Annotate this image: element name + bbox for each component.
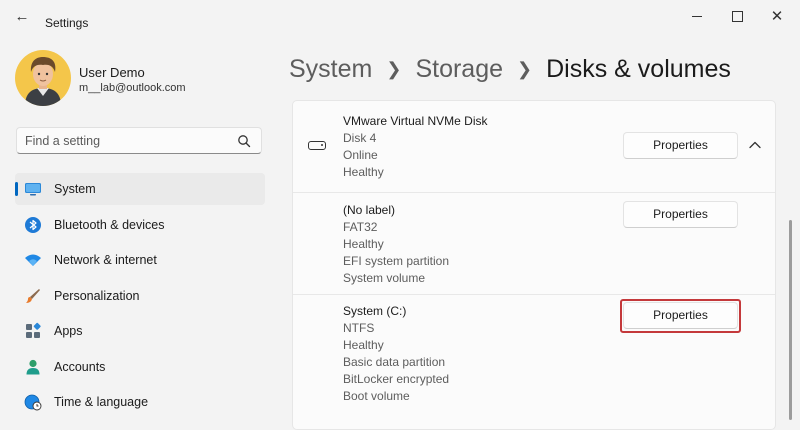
row-divider [293, 192, 775, 193]
volume-health: Healthy [343, 237, 384, 251]
volume-filesystem: FAT32 [343, 220, 378, 234]
arrow-left-icon: ← [14, 7, 30, 25]
disk-health: Healthy [343, 165, 384, 179]
sidebar-nav: System Bluetooth & devices Network & int… [15, 173, 265, 422]
sidebar-item-label: Time & language [54, 395, 149, 409]
search-box[interactable] [16, 127, 262, 154]
monitor-icon [25, 183, 41, 196]
sidebar-item-label: Bluetooth & devices [54, 217, 165, 232]
volume-role: Boot volume [343, 389, 410, 403]
search-icon[interactable] [237, 134, 251, 148]
volume-label: (No label) [343, 203, 396, 217]
breadcrumb: System ❯ Storage ❯ Disks & volumes [289, 52, 731, 86]
title-bar: ← Settings ✕ [0, 0, 800, 32]
sidebar-item-system[interactable]: System [15, 173, 265, 205]
volume-type: EFI system partition [343, 254, 450, 268]
avatar-image [15, 50, 71, 106]
active-indicator [15, 182, 18, 196]
wifi-icon [25, 254, 41, 266]
window-title: Settings [45, 16, 89, 30]
minimize-button[interactable] [680, 4, 714, 28]
volume-filesystem: NTFS [343, 321, 375, 335]
maximize-button[interactable] [720, 4, 754, 28]
sidebar-item-label: Apps [54, 324, 83, 338]
globe-clock-icon [24, 394, 42, 411]
page-title: Disks & volumes [546, 54, 731, 83]
chevron-right-icon: ❯ [517, 58, 533, 79]
minimize-icon [692, 15, 702, 17]
breadcrumb-system[interactable]: System [289, 55, 372, 84]
volume-label: System (C:) [343, 304, 407, 318]
disk-number: Disk 4 [343, 131, 377, 145]
volume-health: Healthy [343, 338, 384, 352]
sidebar-item-label: Personalization [54, 288, 140, 303]
search-input[interactable] [25, 131, 225, 150]
disk-drive-icon [308, 141, 326, 150]
disk-info: VMware Virtual NVMe Disk Disk 4 Online H… [343, 113, 487, 181]
volume-encryption: BitLocker encrypted [343, 372, 450, 386]
sidebar-item-bluetooth[interactable]: Bluetooth & devices [15, 209, 265, 241]
close-button[interactable]: ✕ [760, 4, 794, 28]
user-name: User Demo [79, 65, 145, 80]
disk-status: Online [343, 148, 378, 162]
close-icon: ✕ [770, 8, 784, 25]
sidebar-item-label: Network & internet [54, 253, 157, 267]
sidebar-item-personalization[interactable]: Personalization [15, 280, 265, 312]
user-email: m__lab@outlook.com [79, 82, 186, 94]
chevron-up-icon[interactable] [747, 138, 763, 152]
disk-name: VMware Virtual NVMe Disk [343, 114, 488, 128]
sidebar-item-accounts[interactable]: Accounts [15, 351, 265, 383]
apps-icon [26, 322, 41, 338]
volume-properties-button[interactable]: Properties [623, 201, 738, 228]
person-icon [26, 359, 40, 374]
sidebar-item-label: Accounts [54, 359, 106, 374]
brush-icon [26, 288, 40, 303]
system-c-properties-button[interactable]: Properties [623, 302, 738, 329]
volume-type: Basic data partition [343, 355, 446, 369]
sidebar-item-network[interactable]: Network & internet [15, 244, 265, 276]
bluetooth-icon [25, 216, 41, 233]
chevron-right-icon: ❯ [386, 58, 402, 79]
volume-role: System volume [343, 271, 426, 285]
sidebar-item-label: System [54, 182, 96, 196]
sidebar-item-apps[interactable]: Apps [15, 315, 265, 347]
scrollbar[interactable] [789, 220, 792, 420]
row-divider [293, 294, 775, 295]
breadcrumb-storage[interactable]: Storage [415, 55, 503, 84]
disk-properties-button[interactable]: Properties [623, 132, 738, 159]
avatar[interactable] [15, 50, 71, 106]
sidebar-item-time-language[interactable]: Time & language [15, 386, 265, 418]
maximize-icon [731, 10, 743, 22]
back-button[interactable]: ← [10, 6, 34, 26]
volume-info: (No label) FAT32 Healthy EFI system part… [343, 202, 449, 287]
volume-info: System (C:) NTFS Healthy Basic data part… [343, 303, 449, 405]
